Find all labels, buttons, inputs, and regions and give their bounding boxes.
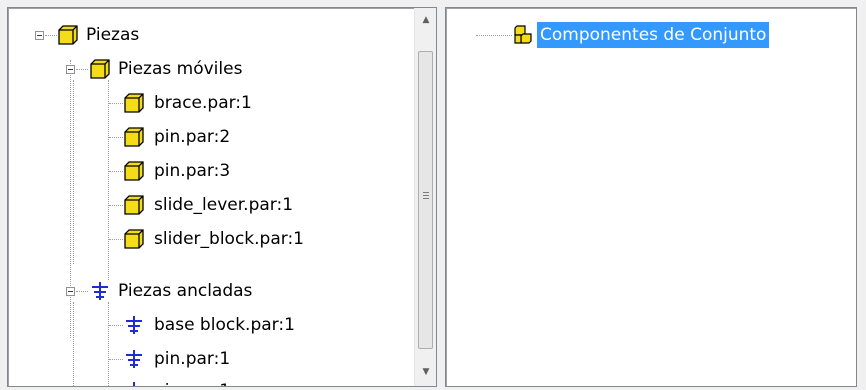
tree-node-part[interactable]: slide_lever.par:1 <box>8 192 414 218</box>
part-cube-icon <box>90 59 110 79</box>
vertical-scrollbar[interactable]: ▲ ▼ <box>414 8 436 386</box>
tree-connector <box>109 137 123 138</box>
part-cube-icon <box>124 229 144 249</box>
tree-connector <box>109 103 123 104</box>
tree-node-componentes-de-conjunto[interactable]: Componentes de Conjunto <box>446 8 856 68</box>
tree-connector <box>76 69 88 70</box>
tree-node-label: Piezas móviles <box>118 59 243 79</box>
grip-line <box>423 198 429 199</box>
tree-node-label: brace.par:1 <box>154 93 252 113</box>
collapse-toggle[interactable] <box>66 65 75 74</box>
part-cube-icon <box>124 127 144 147</box>
tree-connector <box>109 239 123 240</box>
tree-node-label: Piezas ancladas <box>118 281 253 301</box>
scroll-up-button[interactable]: ▲ <box>415 10 436 30</box>
parts-tree: Piezas Piezas móviles brace.par:1 pin.pa… <box>8 8 414 386</box>
tree-node-piezas-ancladas[interactable]: Piezas ancladas <box>8 278 414 304</box>
ground-anchor-icon <box>126 350 142 368</box>
tree-node-label: pin.par:3 <box>154 161 231 181</box>
scroll-thumb[interactable] <box>418 51 433 349</box>
part-cube-icon <box>124 195 144 215</box>
tree-node-part[interactable]: slider_block.par:1 <box>8 226 414 252</box>
tree-connector <box>45 35 57 36</box>
scroll-down-button[interactable]: ▼ <box>415 362 436 382</box>
tree-node-label: pin.par:1 <box>154 378 230 386</box>
ground-anchor-icon <box>133 382 135 386</box>
part-cube-icon <box>124 161 144 181</box>
tree-node-part[interactable]: brace.par:1 <box>8 90 414 116</box>
grip-line <box>423 195 429 196</box>
assembly-components-icon <box>514 25 532 44</box>
tree-connector <box>109 171 123 172</box>
collapse-toggle[interactable] <box>66 287 75 296</box>
tree-node-piezas[interactable]: Piezas <box>8 22 414 48</box>
tree-connector <box>109 205 123 206</box>
part-cube-icon <box>124 93 144 113</box>
tree-connector <box>109 359 123 360</box>
tree-node-label: base block.par:1 <box>154 315 295 335</box>
selected-node-label[interactable]: Componentes de Conjunto <box>537 22 770 48</box>
tree-connector <box>76 291 88 292</box>
part-cube-icon <box>58 25 78 45</box>
tree-node-label: Piezas <box>86 25 140 45</box>
tree-node-label: pin.par:2 <box>154 127 231 147</box>
parts-tree-pane: Piezas Piezas móviles brace.par:1 pin.pa… <box>7 7 437 387</box>
ground-anchor-icon <box>92 282 108 300</box>
tree-node-part[interactable]: pin.par:2 <box>8 124 414 150</box>
ground-anchor-icon <box>126 316 142 334</box>
tree-node-piezas-moviles[interactable]: Piezas móviles <box>8 56 414 82</box>
tree-connector <box>109 325 123 326</box>
tree-node-part[interactable]: base block.par:1 <box>8 312 414 338</box>
collapse-toggle[interactable] <box>35 31 44 40</box>
tree-node-label: slide_lever.par:1 <box>154 195 294 215</box>
tree-node-part[interactable]: pin.par:1 <box>8 378 414 386</box>
tree-node-label: pin.par:1 <box>154 349 231 369</box>
tree-node-label: slider_block.par:1 <box>154 229 304 249</box>
tree-node-part[interactable]: pin.par:1 <box>8 346 414 372</box>
tree-connector <box>476 35 512 36</box>
components-tree-pane: Componentes de Conjunto <box>445 7 857 387</box>
grip-line <box>423 192 429 193</box>
tree-node-part[interactable]: pin.par:3 <box>8 158 414 184</box>
